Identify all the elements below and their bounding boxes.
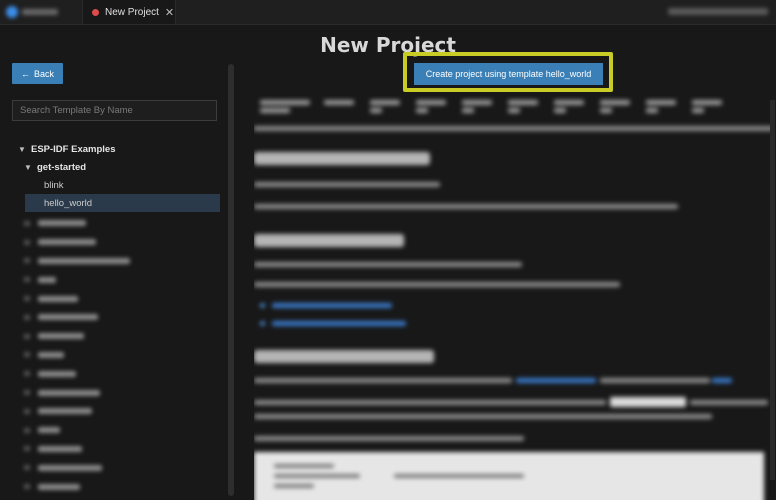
code-block — [254, 452, 764, 500]
tab-new-project[interactable]: New Project ✕ — [82, 0, 176, 24]
create-project-button[interactable]: Create project using template hello_worl… — [414, 63, 603, 85]
readme-preview — [254, 96, 774, 500]
tree-item-get-started[interactable]: ▼ get-started — [12, 158, 220, 176]
record-dot-icon — [92, 8, 99, 16]
chevron-down-icon: ▼ — [18, 144, 26, 154]
tree-item-label: blink — [44, 179, 64, 191]
blurred-tree-items — [24, 214, 214, 496]
tab-label: New Project — [105, 6, 159, 18]
tree-item-label: get-started — [37, 161, 87, 173]
targets-table-header — [254, 100, 774, 124]
title-bar: New Project ✕ — [0, 0, 776, 25]
tree-item-blink[interactable]: blink — [12, 176, 220, 194]
arrow-left-icon: ← — [20, 68, 30, 79]
tree-item-esp-idf-examples[interactable]: ▼ ESP-IDF Examples — [12, 140, 220, 158]
app-logo — [6, 4, 62, 20]
tree-item-hello-world[interactable]: hello_world — [25, 194, 220, 212]
chevron-down-icon: ▼ — [24, 162, 32, 172]
tree-item-label: ESP-IDF Examples — [31, 143, 116, 155]
back-button[interactable]: ← Back — [12, 63, 63, 84]
back-button-label: Back — [33, 68, 54, 79]
content-scrollbar[interactable] — [770, 100, 775, 480]
template-search-input[interactable] — [12, 100, 217, 121]
page-title: New Project — [320, 33, 456, 57]
close-icon[interactable]: ✕ — [165, 6, 174, 19]
tree-item-label: hello_world — [44, 197, 93, 209]
top-right-status — [668, 8, 768, 15]
sidebar-scrollbar[interactable] — [228, 64, 234, 496]
